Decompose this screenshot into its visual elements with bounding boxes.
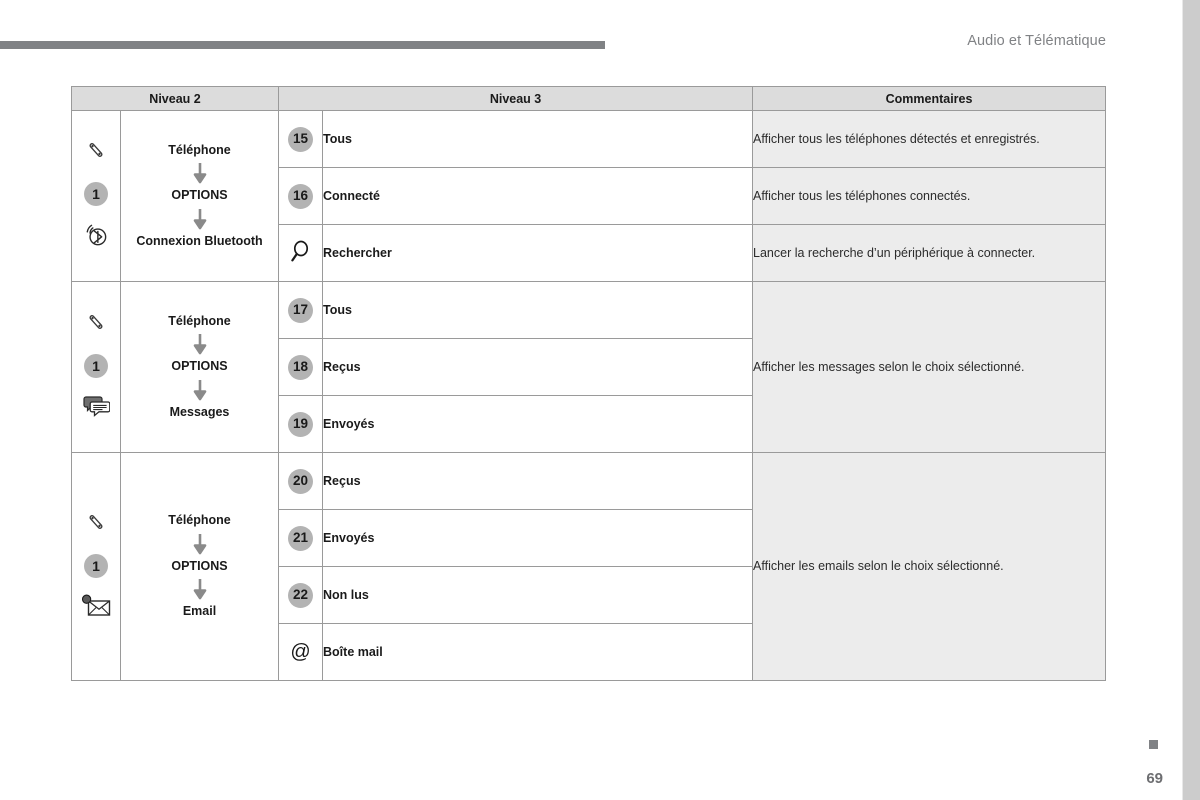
flow-arrow-down-icon <box>193 333 207 355</box>
messages-bubble-icon <box>82 394 111 423</box>
table-row: 1 Téléphone <box>71 110 1107 282</box>
phone-handset-icon <box>85 511 107 538</box>
search-icon <box>290 240 312 267</box>
header-rule <box>0 41 605 49</box>
row-label: Envoyés <box>322 509 754 567</box>
row-label: Reçus <box>322 452 754 510</box>
level2-step: OPTIONS <box>171 558 228 573</box>
settings-table: Niveau 2 Niveau 3 Commentaires 1 Télépho… <box>70 86 1107 681</box>
table-header-row: Niveau 2 Niveau 3 Commentaires <box>70 86 1107 111</box>
group-icon-column: 1 <box>71 281 121 453</box>
row-marker: 16 <box>278 167 324 225</box>
flow-arrow-down-icon <box>193 208 207 230</box>
row-marker: @ <box>278 623 324 681</box>
row-marker: 19 <box>278 395 324 453</box>
badge-1: 1 <box>84 182 108 206</box>
flow-arrow-down-icon <box>193 379 207 401</box>
row-label: Boîte mail <box>322 623 754 681</box>
level2-step: OPTIONS <box>171 188 228 203</box>
column-header-commentaires: Commentaires <box>752 86 1107 111</box>
row-label: Envoyés <box>322 395 754 453</box>
level2-step: Connexion Bluetooth <box>136 233 263 248</box>
row-label: Tous <box>322 281 754 339</box>
page-edge-strip <box>1182 0 1200 800</box>
email-envelope-icon <box>81 594 111 623</box>
group-icon-column: 1 <box>71 110 121 282</box>
row-comment: Afficher tous les téléphones détectés et… <box>752 110 1107 168</box>
flow-arrow-down-icon <box>193 578 207 600</box>
row-marker: 15 <box>278 110 324 168</box>
level2-step: Messages <box>169 404 230 419</box>
row-marker: 18 <box>278 338 324 396</box>
row-label: Rechercher <box>322 224 754 282</box>
badge-1: 1 <box>84 553 108 578</box>
group-level2-flow: Téléphone OPTIONS Connexion Bluetooth <box>119 110 280 282</box>
badge-19: 19 <box>288 411 314 437</box>
badge-22: 22 <box>288 582 314 608</box>
row-comment-merged: Afficher les messages selon le choix sél… <box>752 281 1107 453</box>
row-marker: 20 <box>278 452 324 510</box>
table-row: 1 Téléphone <box>71 452 1107 681</box>
badge-18: 18 <box>288 354 314 380</box>
row-label: Non lus <box>322 566 754 624</box>
phone-handset-icon <box>85 139 107 166</box>
group-level2-flow: Téléphone OPTIONS Email <box>119 452 280 681</box>
badge-1: 1 <box>84 354 108 378</box>
badge-16: 16 <box>288 183 314 209</box>
badge-17: 17 <box>288 297 314 323</box>
badge-20: 20 <box>288 468 314 494</box>
row-comment: Afficher tous les téléphones connectés. <box>752 167 1107 225</box>
bluetooth-connection-icon <box>83 222 109 253</box>
at-symbol-icon: @ <box>290 640 311 663</box>
level2-step: Téléphone <box>168 142 231 157</box>
row-marker <box>278 224 324 282</box>
badge-15: 15 <box>288 126 314 152</box>
level2-step: OPTIONS <box>171 359 228 374</box>
level2-step: Téléphone <box>168 513 231 528</box>
section-title: Audio et Télématique <box>967 33 1106 49</box>
row-marker: 17 <box>278 281 324 339</box>
column-header-niveau2: Niveau 2 <box>70 86 280 111</box>
row-label: Reçus <box>322 338 754 396</box>
row-label: Connecté <box>322 167 754 225</box>
level2-step: Email <box>182 604 217 619</box>
badge-21: 21 <box>288 525 314 551</box>
flow-arrow-down-icon <box>193 533 207 555</box>
column-header-niveau3: Niveau 3 <box>278 86 754 111</box>
page-number: 69 <box>1146 770 1163 787</box>
phone-handset-icon <box>85 311 107 338</box>
row-comment-merged: Afficher les emails selon le choix sélec… <box>752 452 1107 681</box>
group-level2-flow: Téléphone OPTIONS Messages <box>119 281 280 453</box>
footer-marker <box>1149 740 1158 749</box>
row-marker: 21 <box>278 509 324 567</box>
group-icon-column: 1 <box>71 452 121 681</box>
row-marker: 22 <box>278 566 324 624</box>
flow-arrow-down-icon <box>193 162 207 184</box>
row-comment: Lancer la recherche d’un périphérique à … <box>752 224 1107 282</box>
row-label: Tous <box>322 110 754 168</box>
level2-step: Téléphone <box>168 313 231 328</box>
table-row: 1 Téléphone <box>71 281 1107 453</box>
